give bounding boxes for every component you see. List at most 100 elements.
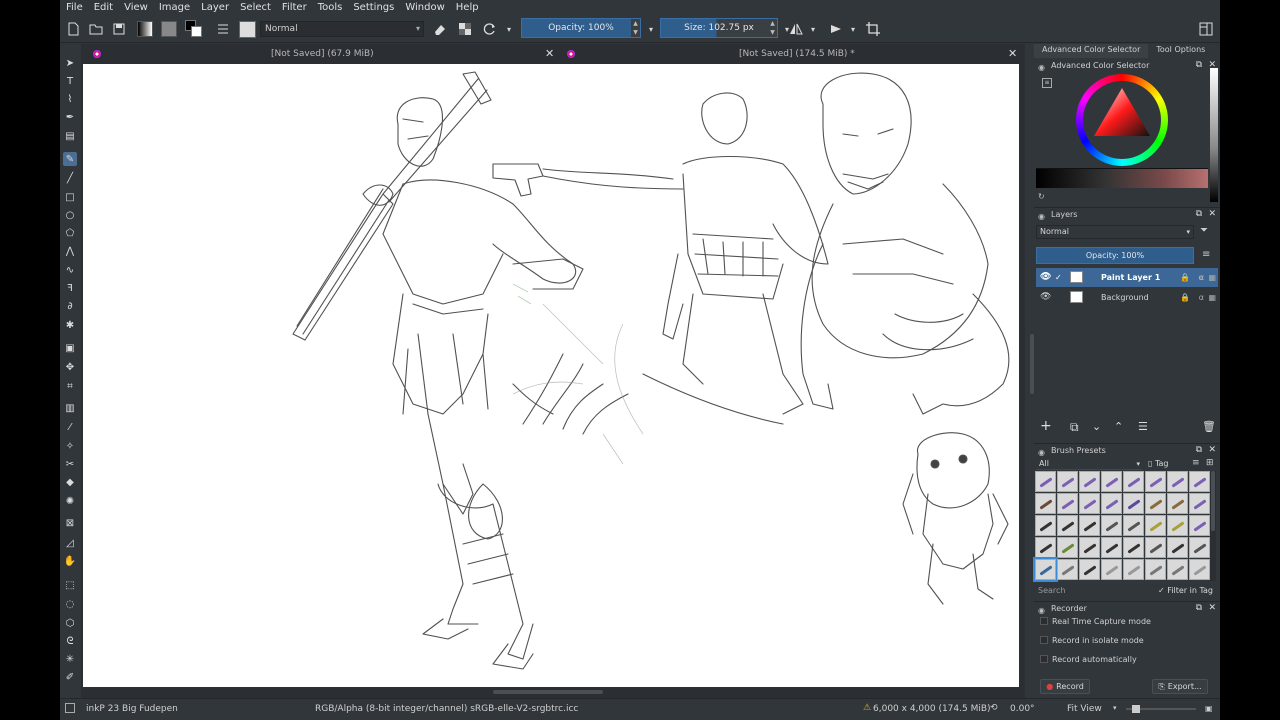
freehand-path-tool-icon[interactable]: ꟻ	[63, 281, 77, 295]
magic-wand-icon[interactable]: ✳	[63, 652, 77, 666]
delete-layer-icon[interactable]: 🗑	[1202, 420, 1216, 433]
measure-tool-icon[interactable]: ◿	[63, 536, 77, 550]
brush-preset[interactable]	[1189, 515, 1210, 536]
brush-preset[interactable]	[1123, 493, 1144, 514]
recorder-option-isolate[interactable]: Record in isolate mode	[1040, 634, 1200, 647]
preserve-alpha-icon[interactable]	[457, 19, 473, 39]
menu-layer[interactable]: Layer	[201, 2, 229, 13]
line-tool-icon[interactable]: ╱	[63, 171, 77, 185]
colorize-mask-tool-icon[interactable]: ✂	[63, 457, 77, 471]
rotation-value[interactable]: 0.00°	[1010, 704, 1035, 714]
transform-tool-icon[interactable]: ▣	[63, 341, 77, 355]
layer-row-background[interactable]: 👁 Background 🔒 α ▦	[1036, 288, 1218, 307]
recorder-option-auto[interactable]: Record automatically	[1040, 653, 1200, 666]
brush-preset[interactable]	[1167, 559, 1188, 580]
refresh-icon[interactable]: ↻	[1038, 192, 1045, 201]
checkbox[interactable]	[1040, 617, 1048, 625]
document-tab-1[interactable]: [Not Saved] (67.9 MiB) ✕	[93, 44, 554, 63]
brush-preset[interactable]	[1101, 515, 1122, 536]
brush-preset[interactable]	[1123, 471, 1144, 492]
menu-view[interactable]: View	[124, 2, 148, 13]
opacity-spin[interactable]: ▲ ▼	[631, 19, 640, 37]
brush-preset[interactable]	[1101, 471, 1122, 492]
brush-preset[interactable]	[1123, 537, 1144, 558]
brush-preset[interactable]	[1145, 537, 1166, 558]
chevron-down-icon[interactable]: ▾	[808, 19, 818, 39]
chevron-down-icon[interactable]: ▾	[848, 19, 858, 39]
brush-preset[interactable]	[1035, 493, 1056, 514]
assistant-tool-icon[interactable]: ✧	[63, 439, 77, 453]
close-icon[interactable]: ✕	[545, 47, 554, 60]
mirror-vertical-icon[interactable]	[828, 19, 844, 39]
alpha-lock-icon[interactable]: α	[1199, 268, 1205, 287]
brush-preset[interactable]	[1123, 559, 1144, 580]
menu-file[interactable]: File	[66, 2, 83, 13]
float-icon[interactable]: ⧉	[1196, 602, 1202, 615]
close-icon[interactable]: ✕	[1208, 208, 1216, 221]
menu-image[interactable]: Image	[159, 2, 190, 13]
lock-icon[interactable]: ◉	[1038, 210, 1045, 223]
brush-preset[interactable]	[1189, 537, 1210, 558]
dynamic-brush-tool-icon[interactable]: ∂	[63, 299, 77, 313]
bezier-selection-icon[interactable]: ✐	[63, 670, 77, 684]
bezier-tool-icon[interactable]: ∿	[63, 263, 77, 277]
brush-preset[interactable]	[1145, 471, 1166, 492]
rectangular-selection-icon[interactable]: ⬚	[63, 578, 77, 592]
calligraphy-tool-icon[interactable]: ✒	[63, 110, 77, 124]
menu-select[interactable]: Select	[240, 2, 271, 13]
menu-window[interactable]: Window	[405, 2, 444, 13]
brush-filter-select[interactable]: All ▾	[1036, 458, 1142, 470]
brush-preset[interactable]	[1057, 537, 1078, 558]
gradient-swatch-icon[interactable]	[136, 19, 154, 39]
layer-properties-icon[interactable]: ☰	[1138, 420, 1148, 433]
color-history-strip[interactable]	[1036, 168, 1208, 188]
brush-preset[interactable]	[1057, 559, 1078, 580]
menu-tools[interactable]: Tools	[318, 2, 343, 13]
lock-icon[interactable]: 🔒	[1180, 288, 1190, 307]
multibrush-tool-icon[interactable]: ✱	[63, 318, 77, 332]
layer-row-paint-layer-1[interactable]: 👁 ✓ Paint Layer 1 🔒 α ▦	[1036, 268, 1218, 287]
tab-tool-options[interactable]: Tool Options	[1148, 44, 1213, 58]
recorder-option-realtime[interactable]: Real Time Capture mode	[1040, 615, 1200, 628]
brush-preset[interactable]	[1079, 559, 1100, 580]
brush-preset[interactable]	[1101, 537, 1122, 558]
save-icon[interactable]	[112, 19, 126, 39]
move-down-icon[interactable]: ⌄	[1092, 420, 1101, 433]
text-tool-icon[interactable]: T	[63, 74, 77, 88]
close-icon[interactable]: ✕	[1008, 47, 1017, 60]
brush-tag-button[interactable]: ▯ Tag	[1148, 458, 1188, 470]
record-button[interactable]: ● Record	[1040, 679, 1090, 694]
layers-opacity-slider[interactable]: Opacity: 100%	[1036, 247, 1194, 264]
fg-bg-color-icon[interactable]	[184, 19, 204, 39]
size-slider[interactable]: Size: 102.75 px ▲ ▼	[660, 18, 778, 38]
enclose-fill-tool-icon[interactable]: ✺	[63, 494, 77, 508]
crop-wrap-icon[interactable]	[865, 19, 881, 39]
blend-mode-select[interactable]: Normal ▾	[260, 21, 424, 37]
brush-preset[interactable]	[1189, 471, 1210, 492]
edit-shapes-tool-icon[interactable]: ⌇	[63, 92, 77, 106]
fill-pattern-icon[interactable]	[215, 19, 231, 39]
alpha-lock-icon[interactable]: α	[1199, 288, 1204, 307]
color-picker-tool-icon[interactable]: ⁄	[63, 420, 77, 434]
mirror-horizontal-icon[interactable]	[788, 19, 804, 39]
brush-import-icon[interactable]: ⊞	[1206, 458, 1214, 468]
panels-toggle-icon[interactable]	[1198, 19, 1214, 39]
lock-icon[interactable]: 🔒	[1180, 268, 1190, 287]
brush-preset[interactable]	[1035, 537, 1056, 558]
brush-preset[interactable]	[1123, 515, 1144, 536]
brush-search-input[interactable]: Search	[1036, 585, 1148, 597]
elliptical-selection-icon[interactable]: ◌	[63, 597, 77, 611]
float-icon[interactable]: ⧉	[1196, 208, 1202, 221]
brush-preset[interactable]	[1101, 559, 1122, 580]
brush-preset[interactable]	[1079, 493, 1100, 514]
polygonal-selection-icon[interactable]: ⬡	[63, 616, 77, 630]
new-document-icon[interactable]	[66, 19, 80, 39]
menu-settings[interactable]: Settings	[353, 2, 394, 13]
duplicate-layer-icon[interactable]: ⧉	[1070, 420, 1079, 435]
brush-preset[interactable]	[1145, 515, 1166, 536]
document-tab-2[interactable]: [Not Saved] (174.5 MiB) * ✕	[567, 44, 1021, 63]
color-gray-scale[interactable]	[1210, 68, 1218, 202]
inherit-alpha-icon[interactable]: ▦	[1208, 288, 1216, 307]
brush-preset[interactable]	[1057, 493, 1078, 514]
brush-preset[interactable]	[1167, 537, 1188, 558]
